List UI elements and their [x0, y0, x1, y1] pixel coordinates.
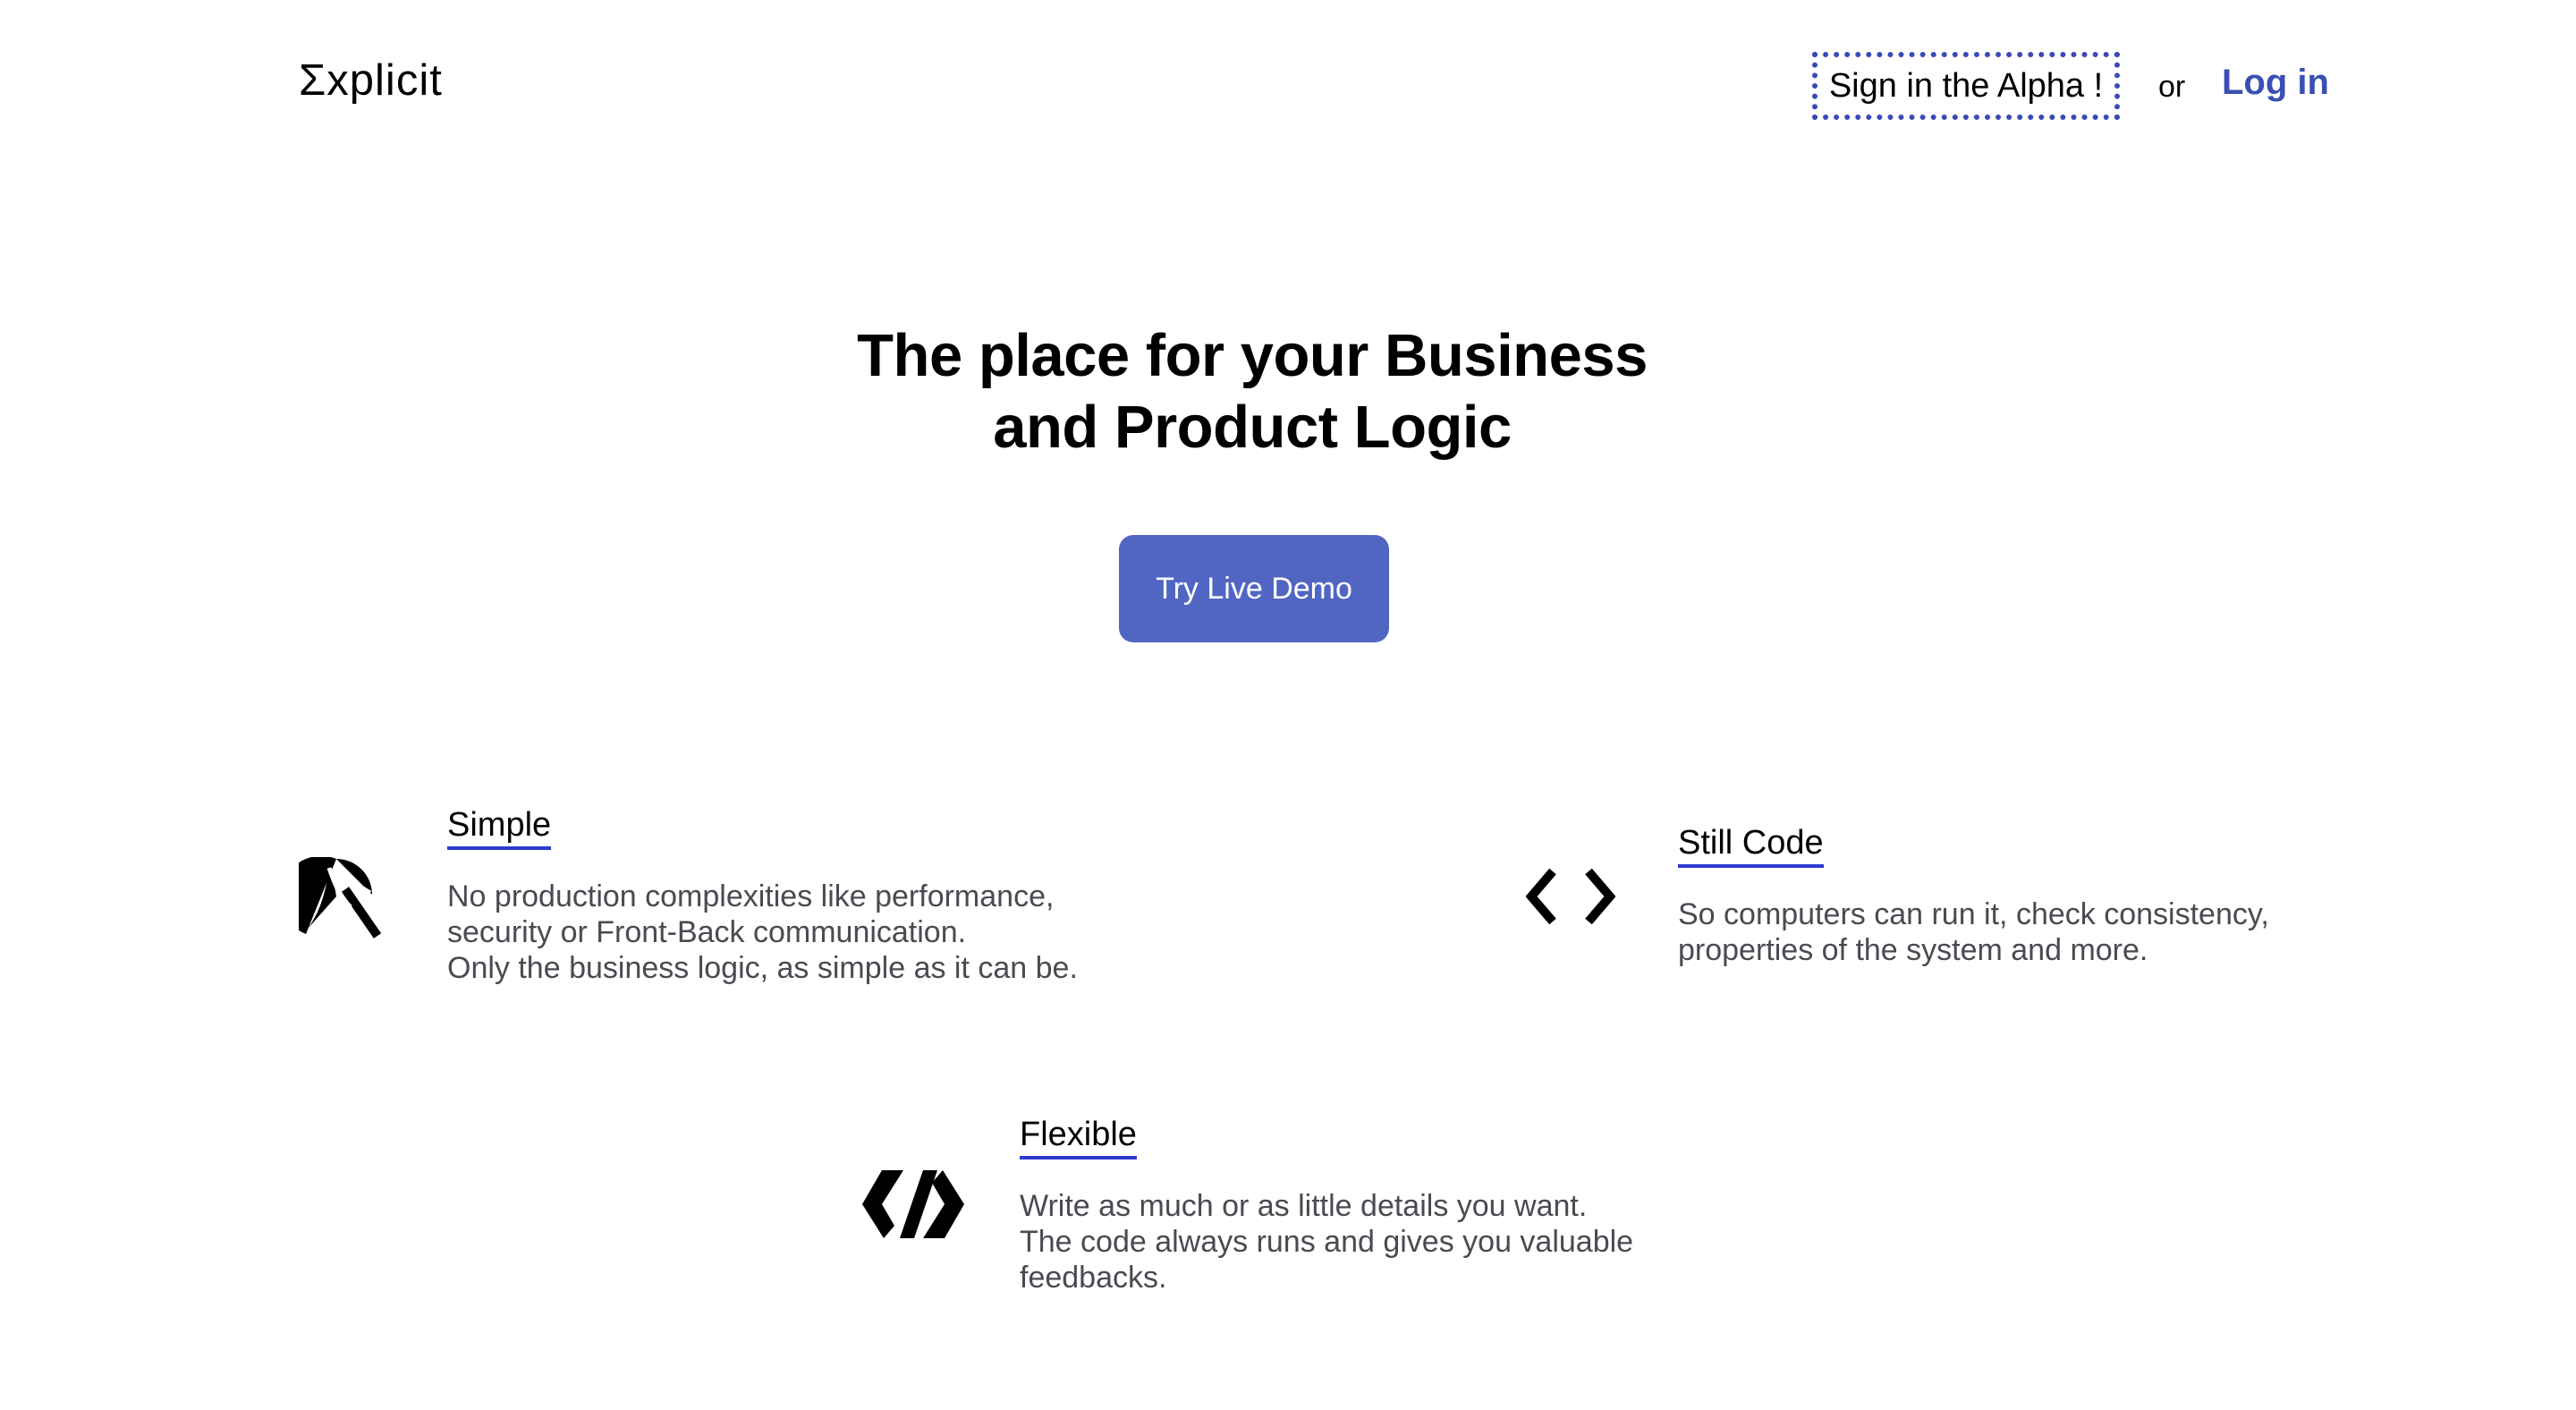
- feature-title-still-code: Still Code: [1678, 823, 1824, 868]
- try-live-demo-label: Try Live Demo: [1156, 571, 1352, 606]
- hero-title-line-2: and Product Logic: [993, 394, 1512, 461]
- feature-desc-flexible: Write as much or as little details you w…: [1020, 1188, 1633, 1295]
- feature-desc-simple: No production complexities like performa…: [447, 879, 1078, 986]
- feature-title-simple: Simple: [447, 805, 552, 850]
- feature-desc-line: So computers can run it, check consisten…: [1678, 897, 2269, 931]
- try-live-demo-button[interactable]: Try Live Demo: [1119, 535, 1389, 642]
- polymer-icon: [860, 1168, 966, 1240]
- logo[interactable]: Σxplicit: [299, 55, 443, 106]
- feature-desc-line: feedbacks.: [1020, 1261, 1167, 1295]
- feature-desc-line: security or Front-Back communication.: [447, 915, 967, 949]
- feature-desc-line: No production complexities like performa…: [447, 879, 1055, 913]
- feature-desc-still-code: So computers can run it, check consisten…: [1678, 896, 2269, 968]
- feature-desc-line: properties of the system and more.: [1678, 933, 2148, 967]
- or-separator: or: [2158, 70, 2186, 104]
- login-link[interactable]: Log in: [2222, 63, 2329, 103]
- code-brackets-icon: [1525, 868, 1616, 925]
- feature-desc-line: Write as much or as little details you w…: [1020, 1189, 1588, 1223]
- feature-desc-line: Only the business logic, as simple as it…: [447, 951, 1078, 985]
- beach-umbrella-icon: [280, 855, 382, 939]
- feature-desc-line: The code always runs and gives you valua…: [1020, 1225, 1634, 1259]
- hero-title-line-1: The place for your Business: [857, 322, 1648, 389]
- sign-in-alpha-button[interactable]: Sign in the Alpha !: [1812, 52, 2120, 120]
- hero-title: The place for your Business and Product …: [787, 320, 1717, 463]
- sign-in-alpha-label: Sign in the Alpha !: [1828, 66, 2104, 105]
- feature-title-flexible: Flexible: [1020, 1115, 1137, 1159]
